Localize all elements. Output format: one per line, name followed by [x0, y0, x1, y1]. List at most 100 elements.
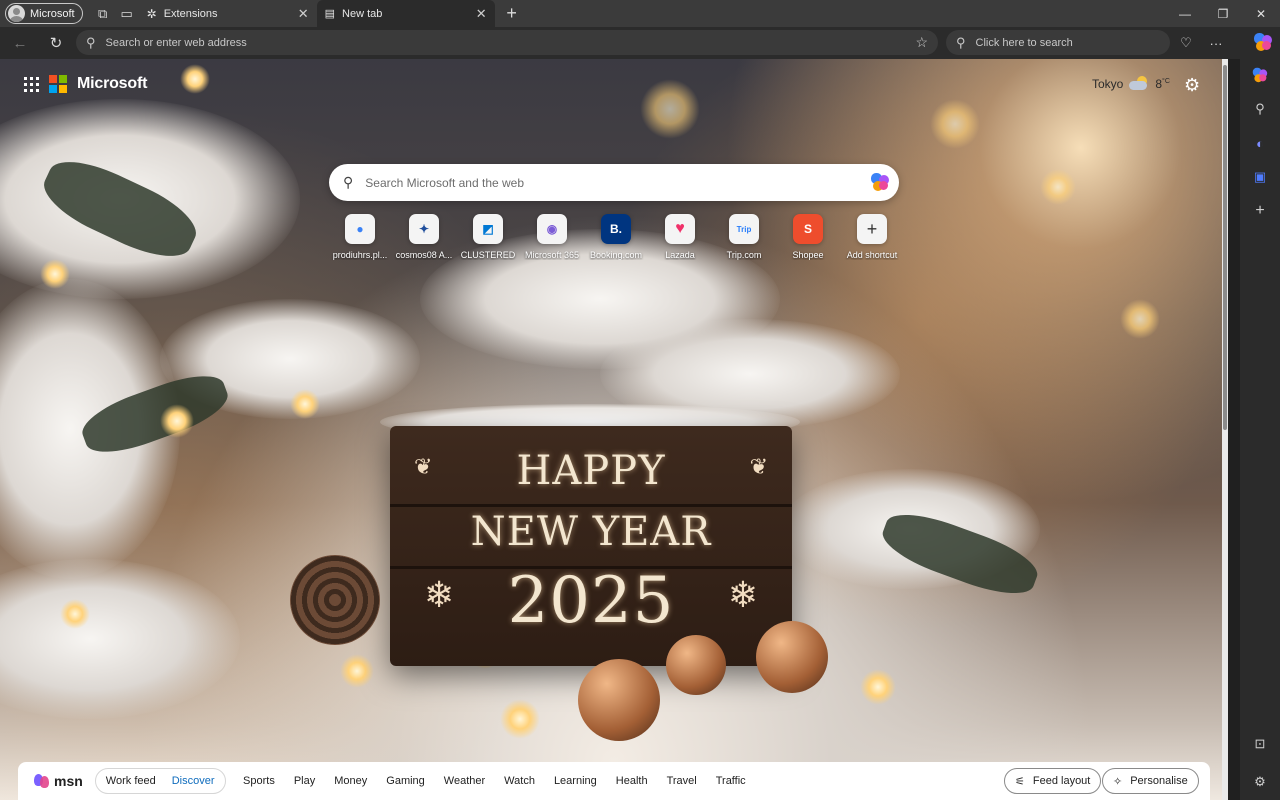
shortcut-prodiuhrs[interactable]: ● prodiuhrs.pl... [328, 214, 392, 260]
copilot-icon[interactable] [1248, 63, 1272, 87]
add-shortcut-button[interactable]: + Add shortcut [840, 214, 904, 260]
plus-icon: + [857, 214, 887, 244]
feed-link-traffic[interactable]: Traffic [706, 775, 755, 787]
app-launcher-icon[interactable] [24, 76, 39, 92]
feed-layout-label: Feed layout [1032, 775, 1091, 787]
msn-logo[interactable]: msn [34, 773, 83, 789]
search-placeholder: Search Microsoft and the web [365, 175, 525, 190]
shortcut-shopee[interactable]: S Shopee [776, 214, 840, 260]
weather-widget[interactable]: Tokyo 8°C [1092, 76, 1170, 91]
light-glow [160, 404, 194, 438]
shortcut-booking[interactable]: B. Booking.com [584, 214, 648, 260]
web-search-placeholder: Click here to search [975, 36, 1073, 49]
add-sidebar-app-icon[interactable]: + [1248, 199, 1272, 223]
page-scrollbar[interactable] [1222, 59, 1228, 800]
favorite-star-icon[interactable]: ☆ [915, 34, 928, 51]
search-icon[interactable]: ⚲ [1248, 97, 1272, 121]
close-tab-icon[interactable]: ✕ [298, 6, 309, 22]
shortcut-label: Add shortcut [846, 250, 898, 260]
feed-category-links: Sports Play Money Gaming Weather Watch L… [234, 775, 756, 787]
address-bar[interactable]: ⚲ Search or enter web address ☆ [76, 30, 938, 55]
search-icon: ⚲ [86, 34, 96, 50]
copilot-chat-icon[interactable]: ◐ [1248, 131, 1272, 155]
shortcut-label: Lazada [665, 250, 695, 260]
sparkle-icon: ✧ [1113, 775, 1123, 788]
partly-cloudy-icon [1129, 76, 1149, 90]
light-glow [40, 259, 70, 289]
light-glow [1040, 169, 1076, 205]
shortcut-label: CLUSTERED [460, 250, 516, 260]
feed-link-play[interactable]: Play [284, 775, 324, 787]
puzzle-icon: ✲ [146, 6, 157, 21]
shortcut-label: prodiuhrs.pl... [332, 250, 388, 260]
shortcut-icon: ♥ [665, 214, 695, 244]
shortcut-lazada[interactable]: ♥ Lazada [648, 214, 712, 260]
new-tab-button[interactable]: + [499, 1, 525, 27]
page-settings-gear-icon[interactable]: ⚙ [1184, 75, 1200, 96]
shortcut-label: Shopee [792, 250, 824, 260]
feed-link-sports[interactable]: Sports [234, 775, 285, 787]
shortcut-label: Trip.com [726, 250, 762, 260]
feed-link-weather[interactable]: Weather [434, 775, 494, 787]
edge-sidebar: ⚲ ◐ ▣ + ⊡ ⚙ [1240, 59, 1280, 800]
microsoft-logo-icon [49, 75, 67, 93]
shortcut-trip[interactable]: Trip Trip.com [712, 214, 776, 260]
search-box[interactable]: ⚲ Search Microsoft and the web [329, 164, 899, 201]
restore-button[interactable]: ❐ [1204, 0, 1242, 27]
light-glow [340, 654, 374, 688]
web-search-box[interactable]: ⚲ Click here to search [946, 30, 1170, 55]
back-button[interactable]: ← [4, 29, 36, 57]
close-tab-icon[interactable]: ✕ [476, 6, 487, 22]
shortcut-microsoft-365[interactable]: ◉ Microsoft 365 [520, 214, 584, 260]
shortcut-cosmos[interactable]: ✦ cosmos08 A... [392, 214, 456, 260]
refresh-button[interactable]: ↻ [40, 29, 72, 57]
tab-actions-icon[interactable]: ▭ [115, 2, 139, 26]
feed-link-gaming[interactable]: Gaming [377, 775, 435, 787]
more-menu-icon[interactable]: ··· [1204, 31, 1228, 55]
close-window-button[interactable]: ✕ [1242, 0, 1280, 27]
feed-link-travel[interactable]: Travel [657, 775, 706, 787]
feed-link-learning[interactable]: Learning [544, 775, 606, 787]
feed-toggle: Work feed Discover [94, 768, 226, 794]
address-placeholder: Search or enter web address [105, 36, 247, 49]
light-glow [640, 79, 700, 139]
snowy-branch [0, 559, 240, 719]
tab-label: Extensions [163, 7, 218, 20]
shortcut-label: Microsoft 365 [524, 250, 580, 260]
minimize-button[interactable]: — [1166, 0, 1204, 27]
profile-label: Microsoft [30, 7, 75, 20]
weather-temp: 8°C [1155, 77, 1170, 91]
personalise-button[interactable]: ✧ Personalise [1102, 768, 1199, 794]
copilot-icon[interactable] [1254, 33, 1272, 51]
ornament-ball [578, 659, 660, 741]
translator-icon[interactable]: ▣ [1248, 165, 1272, 189]
shortcut-icon: Trip [729, 214, 759, 244]
workspaces-icon[interactable]: ⧉ [91, 2, 115, 26]
tab-new-tab[interactable]: ▤ New tab ✕ [316, 0, 495, 27]
copilot-icon[interactable] [871, 173, 889, 191]
feed-link-watch[interactable]: Watch [495, 775, 545, 787]
msn-butterfly-icon [34, 774, 50, 788]
pine-cone [290, 555, 380, 645]
feed-navigation-bar: msn Work feed Discover Sports Play Money… [18, 762, 1210, 800]
avatar [8, 5, 25, 22]
tab-discover[interactable]: Discover [172, 775, 215, 787]
shortcut-icon: ◩ [473, 214, 503, 244]
new-tab-page: ❦ ❦ HAPPY NEW YEAR 2025 ❄ ❄ Microsoft To… [0, 59, 1228, 800]
ornament-ball [666, 635, 726, 695]
msn-label: msn [54, 773, 83, 789]
browser-essentials-icon[interactable]: ♡ [1174, 31, 1198, 55]
feed-link-health[interactable]: Health [606, 775, 657, 787]
tab-work-feed[interactable]: Work feed [106, 775, 156, 787]
greeting-sign: ❦ ❦ HAPPY NEW YEAR 2025 ❄ ❄ [390, 426, 792, 666]
tab-extensions[interactable]: ✲ Extensions ✕ [139, 0, 317, 27]
light-glow [180, 64, 210, 94]
shortcut-clustered[interactable]: ◩ CLUSTERED [456, 214, 520, 260]
feed-layout-button[interactable]: ⚟ Feed layout [1004, 768, 1102, 794]
screen-share-icon[interactable]: ⊡ [1248, 732, 1272, 756]
snowflake-icon: ❄ [424, 574, 455, 615]
sidebar-settings-gear-icon[interactable]: ⚙ [1248, 770, 1272, 794]
feed-link-money[interactable]: Money [325, 775, 377, 787]
light-glow [290, 389, 320, 419]
profile-button[interactable]: Microsoft [5, 3, 83, 24]
